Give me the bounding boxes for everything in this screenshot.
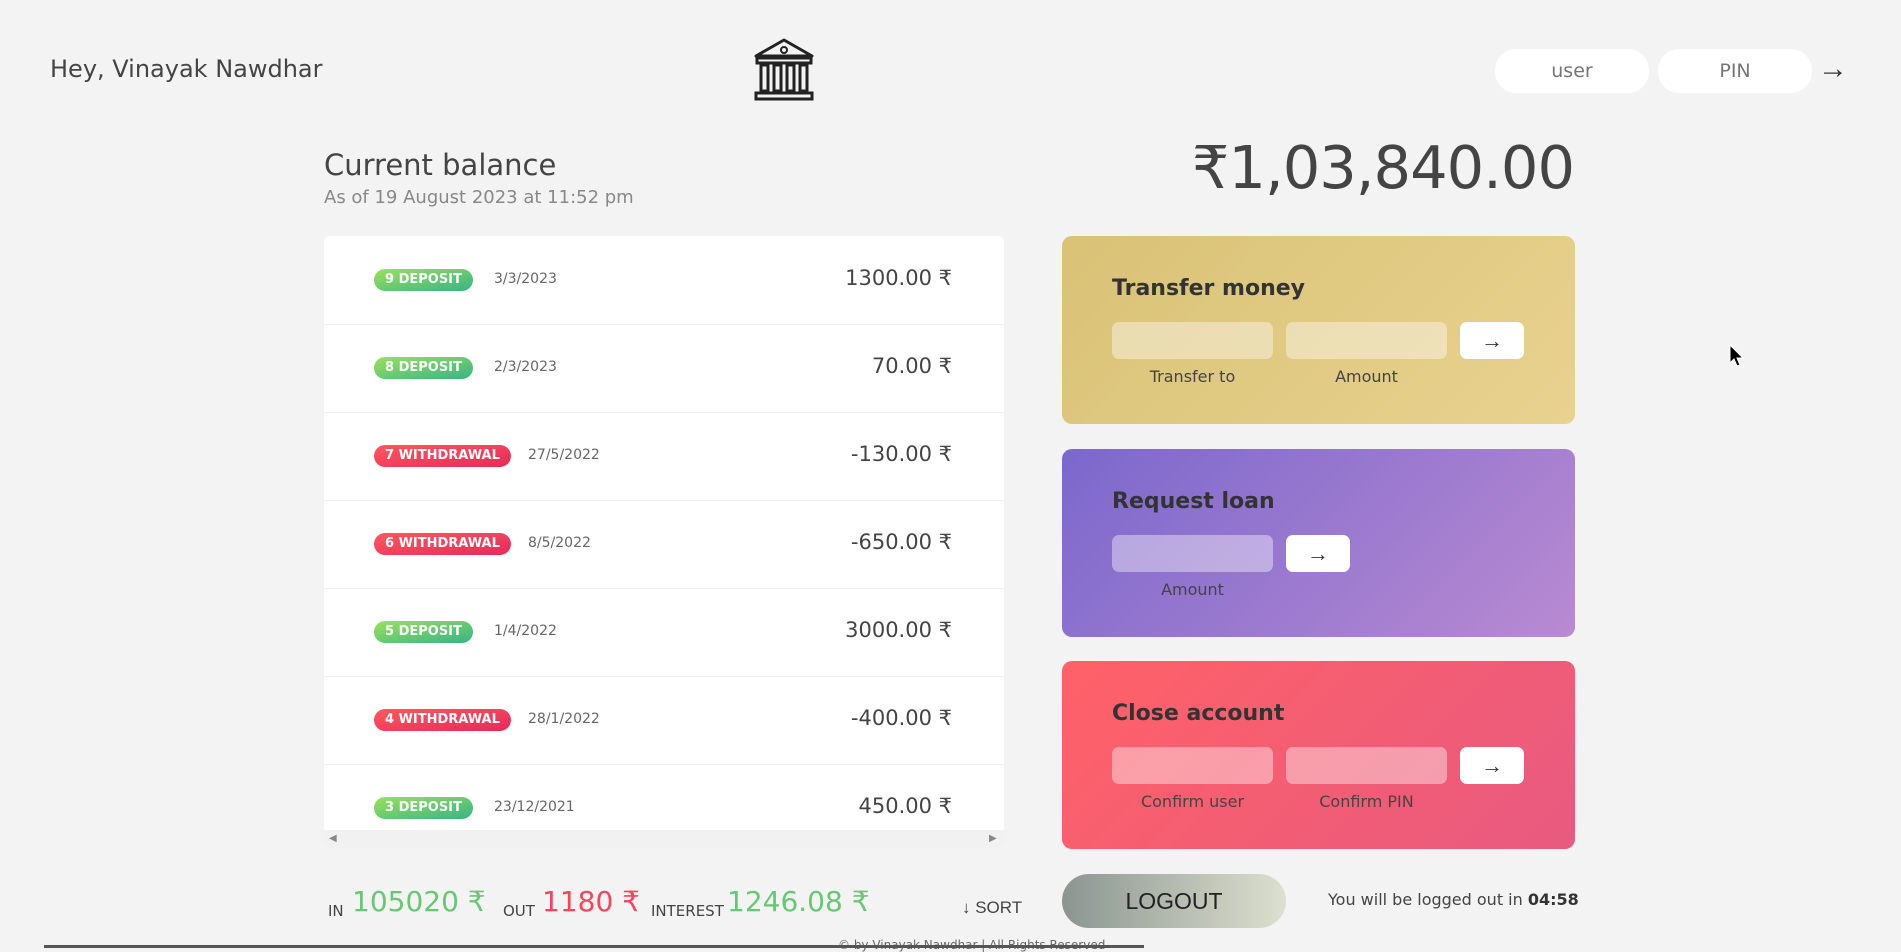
close-title: Close account bbox=[1112, 701, 1285, 726]
arrow-right-icon: → bbox=[1818, 52, 1848, 85]
movement-row: 5 deposit 1/4/2022 3000.00 ₹ bbox=[324, 588, 1004, 677]
close-account-panel: Close account → Confirm user Confirm PIN bbox=[1062, 661, 1575, 849]
movement-row: 9 deposit 3/3/2023 1300.00 ₹ bbox=[324, 236, 1004, 325]
movement-type-badge: 8 deposit bbox=[374, 357, 473, 379]
balance-date: As of 19 August 2023 at 11:52 pm bbox=[324, 187, 634, 208]
logout-timer: You will be logged out in 04:58 bbox=[1328, 890, 1579, 909]
summary-interest-value: 1246.08 ₹ bbox=[727, 885, 870, 918]
movement-value: 70.00 ₹ bbox=[871, 354, 952, 378]
confirm-user-input[interactable] bbox=[1112, 747, 1273, 784]
sort-button[interactable]: ↓ SORT bbox=[962, 898, 1022, 918]
movement-date: 1/4/2022 bbox=[494, 623, 557, 639]
welcome-message: Hey, Vinayak Nawdhar bbox=[50, 55, 323, 83]
transfer-amount-input[interactable] bbox=[1286, 322, 1447, 359]
movement-date: 28/1/2022 bbox=[528, 711, 600, 727]
movement-value: -130.00 ₹ bbox=[850, 442, 952, 466]
movement-date: 3/3/2023 bbox=[494, 271, 557, 287]
login-user-input[interactable] bbox=[1495, 49, 1649, 93]
loan-submit-button[interactable]: → bbox=[1286, 535, 1350, 572]
summary-bar: In 105020 ₹ Out 1180 ₹ Interest 1246.08 … bbox=[328, 885, 1028, 925]
movement-type-badge: 9 deposit bbox=[374, 269, 473, 291]
mouse-cursor-icon bbox=[1729, 343, 1745, 372]
transfer-to-input[interactable] bbox=[1112, 322, 1273, 359]
scroll-right-icon[interactable]: ▶ bbox=[989, 833, 997, 844]
movement-date: 23/12/2021 bbox=[494, 799, 575, 815]
transfer-to-label: Transfer to bbox=[1149, 367, 1236, 386]
request-loan-panel: Request loan → Amount bbox=[1062, 449, 1575, 637]
movement-date: 2/3/2023 bbox=[494, 359, 557, 375]
top-nav: Hey, Vinayak Nawdhar → bbox=[0, 0, 1901, 140]
summary-out-label: Out bbox=[503, 902, 535, 920]
movement-type-badge: 5 deposit bbox=[374, 621, 473, 643]
transfer-money-panel: Transfer money → Transfer to Amount bbox=[1062, 236, 1575, 424]
scroll-left-icon[interactable]: ◀ bbox=[329, 833, 337, 844]
confirm-pin-input[interactable] bbox=[1286, 747, 1447, 784]
movement-row: 3 deposit 23/12/2021 450.00 ₹ bbox=[324, 764, 1004, 830]
loan-amount-label: Amount bbox=[1161, 580, 1224, 599]
horizontal-scrollbar[interactable]: ◀ ▶ bbox=[324, 830, 1004, 848]
movement-value: 450.00 ₹ bbox=[858, 794, 952, 818]
movement-value: 3000.00 ₹ bbox=[845, 618, 952, 642]
transfer-submit-button[interactable]: → bbox=[1460, 322, 1524, 359]
movement-row: 4 withdrawal 28/1/2022 -400.00 ₹ bbox=[324, 676, 1004, 765]
movement-date: 8/5/2022 bbox=[528, 535, 591, 551]
movements-list: 9 deposit 3/3/2023 1300.00 ₹ 8 deposit 2/3/2… bbox=[324, 236, 1004, 830]
summary-in-value: 105020 ₹ bbox=[352, 885, 486, 918]
movement-value: -400.00 ₹ bbox=[850, 706, 952, 730]
movements-panel: 9 deposit 3/3/2023 1300.00 ₹ 8 deposit 2/3/2… bbox=[324, 236, 1004, 848]
summary-in-label: In bbox=[328, 902, 344, 920]
confirm-pin-label: Confirm PIN bbox=[1319, 792, 1414, 811]
movement-type-badge: 4 withdrawal bbox=[374, 709, 511, 731]
movement-row: 8 deposit 2/3/2023 70.00 ₹ bbox=[324, 324, 1004, 413]
transfer-amount-label: Amount bbox=[1335, 367, 1398, 386]
balance-label: Current balance bbox=[324, 148, 557, 182]
summary-interest-label: Interest bbox=[651, 902, 724, 920]
movement-value: 1300.00 ₹ bbox=[845, 266, 952, 290]
logout-button[interactable]: LOGOUT bbox=[1062, 874, 1286, 928]
loan-title: Request loan bbox=[1112, 489, 1275, 514]
movement-row: 7 withdrawal 27/5/2022 -130.00 ₹ bbox=[324, 412, 1004, 501]
timer-prefix: You will be logged out in bbox=[1328, 890, 1523, 909]
movement-value: -650.00 ₹ bbox=[850, 530, 952, 554]
login-pin-input[interactable] bbox=[1658, 49, 1812, 93]
movement-date: 27/5/2022 bbox=[528, 447, 600, 463]
movement-type-badge: 7 withdrawal bbox=[374, 445, 511, 467]
login-button[interactable]: → bbox=[1818, 52, 1848, 86]
movement-row: 6 withdrawal 8/5/2022 -650.00 ₹ bbox=[324, 500, 1004, 589]
loan-amount-input[interactable] bbox=[1112, 535, 1273, 572]
timer-value: 04:58 bbox=[1527, 890, 1579, 909]
summary-out-value: 1180 ₹ bbox=[542, 885, 640, 918]
bank-logo-icon bbox=[752, 36, 816, 102]
confirm-user-label: Confirm user bbox=[1140, 792, 1245, 811]
transfer-title: Transfer money bbox=[1112, 276, 1306, 301]
close-submit-button[interactable]: → bbox=[1460, 747, 1524, 784]
movement-type-badge: 3 deposit bbox=[374, 797, 473, 819]
movement-type-badge: 6 withdrawal bbox=[374, 533, 511, 555]
balance-value: ₹1,03,840.00 bbox=[1191, 133, 1575, 202]
